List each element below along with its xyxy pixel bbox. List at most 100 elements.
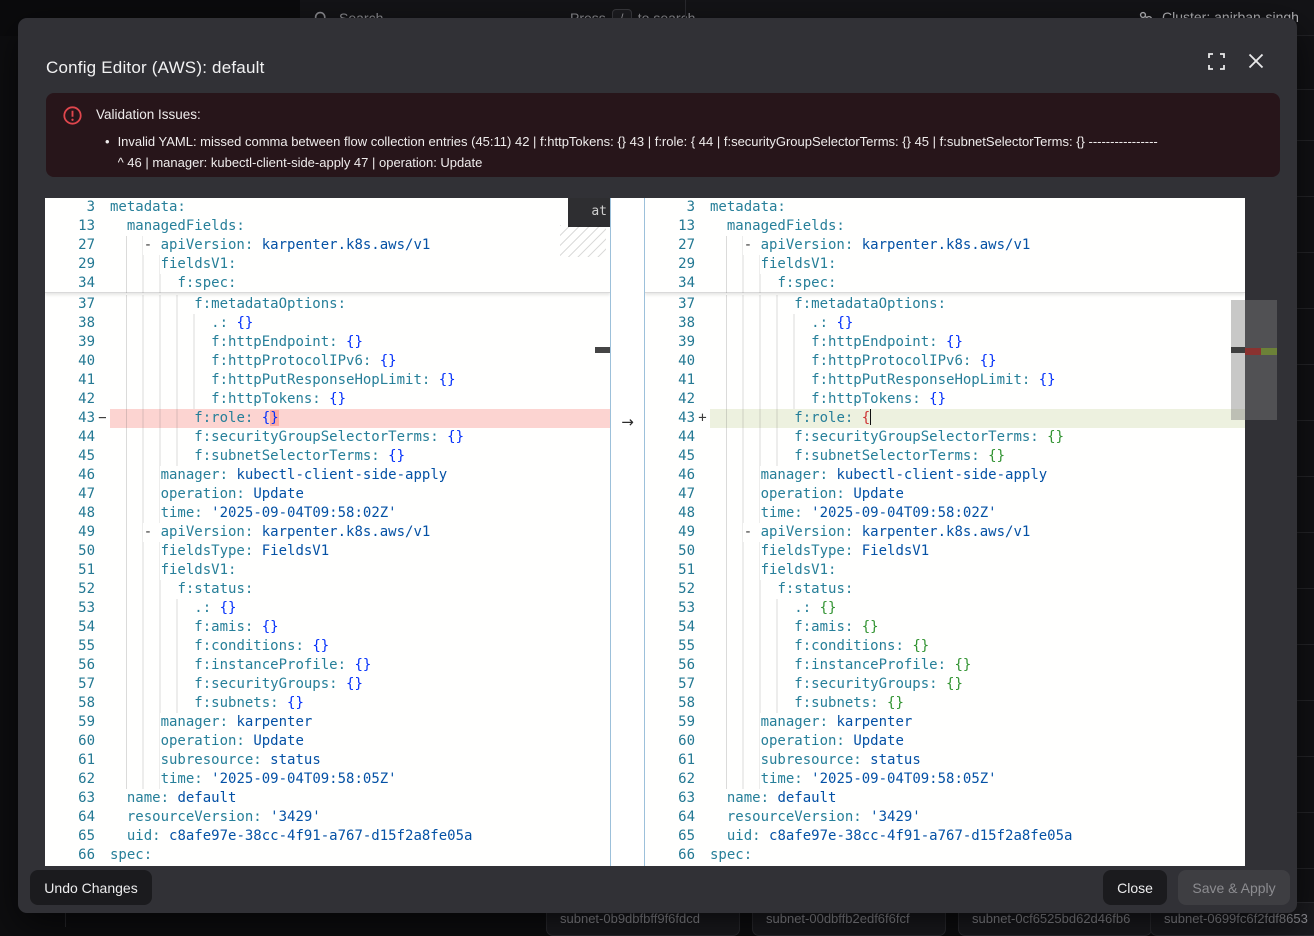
code-line[interactable]: 46 manager: kubectl-client-side-apply bbox=[45, 466, 610, 485]
code-line[interactable]: 55 f:conditions: {} bbox=[645, 637, 1245, 656]
code-line[interactable]: 60 operation: Update bbox=[645, 732, 1245, 751]
code-line[interactable]: 41 f:httpPutResponseHopLimit: {} bbox=[45, 371, 610, 390]
code-line[interactable]: 66spec: bbox=[645, 846, 1245, 865]
code-line[interactable]: 48 time: '2025-09-04T09:58:02Z' bbox=[45, 504, 610, 523]
code-line[interactable]: 62 time: '2025-09-04T09:58:05Z' bbox=[645, 770, 1245, 789]
code-line[interactable]: 40 f:httpProtocolIPv6: {} bbox=[45, 352, 610, 371]
code-line[interactable]: 38 .: {} bbox=[45, 314, 610, 333]
scrollbar-thumb[interactable] bbox=[1231, 300, 1245, 420]
code-line[interactable]: 49 - apiVersion: karpenter.k8s.aws/v1 bbox=[645, 523, 1245, 542]
code-line[interactable]: 65 uid: c8afe97e-38cc-4f91-a767-d15f2a8f… bbox=[45, 827, 610, 846]
line-number: 37 bbox=[645, 295, 695, 314]
code-line[interactable]: 13 managedFields: bbox=[45, 217, 610, 236]
code-line[interactable]: 45 f:subnetSelectorTerms: {} bbox=[645, 447, 1245, 466]
code-line[interactable]: 37 f:metadataOptions: bbox=[645, 295, 1245, 314]
undo-changes-button[interactable]: Undo Changes bbox=[30, 870, 152, 905]
code-line[interactable]: 44 f:securityGroupSelectorTerms: {} bbox=[645, 428, 1245, 447]
code-line[interactable]: 54 f:amis: {} bbox=[645, 618, 1245, 637]
vertical-scrollbar[interactable] bbox=[1231, 198, 1245, 866]
close-button[interactable] bbox=[1239, 44, 1273, 78]
code-line[interactable]: 34 f:spec: bbox=[645, 274, 1245, 293]
code-line[interactable]: 29 fieldsV1: bbox=[45, 255, 610, 274]
line-number: 59 bbox=[645, 713, 695, 732]
code-line[interactable]: 48 time: '2025-09-04T09:58:02Z' bbox=[645, 504, 1245, 523]
line-number: 3 bbox=[45, 198, 95, 217]
code-line[interactable]: 53 .: {} bbox=[645, 599, 1245, 618]
code-line[interactable]: 51 fieldsV1: bbox=[45, 561, 610, 580]
code-line[interactable]: 41 f:httpPutResponseHopLimit: {} bbox=[645, 371, 1245, 390]
code-line[interactable]: 47 operation: Update bbox=[45, 485, 610, 504]
code-line[interactable]: 59 manager: karpenter bbox=[45, 713, 610, 732]
code-line[interactable]: 50 fieldsType: FieldsV1 bbox=[45, 542, 610, 561]
code-line[interactable]: 29 fieldsV1: bbox=[645, 255, 1245, 274]
code-line[interactable]: 40 f:httpProtocolIPv6: {} bbox=[645, 352, 1245, 371]
line-number: 39 bbox=[45, 333, 95, 352]
code-line[interactable]: 52 f:status: bbox=[645, 580, 1245, 599]
code-line[interactable]: 45 f:subnetSelectorTerms: {} bbox=[45, 447, 610, 466]
code-line[interactable]: 58 f:subnets: {} bbox=[45, 694, 610, 713]
code-line[interactable]: 58 f:subnets: {} bbox=[645, 694, 1245, 713]
fullscreen-button[interactable] bbox=[1199, 44, 1233, 78]
code-line[interactable]: 50 fieldsType: FieldsV1 bbox=[645, 542, 1245, 561]
code-line[interactable]: 49 - apiVersion: karpenter.k8s.aws/v1 bbox=[45, 523, 610, 542]
code-line[interactable]: 44 f:securityGroupSelectorTerms: {} bbox=[45, 428, 610, 447]
line-number: 63 bbox=[45, 789, 95, 808]
diff-gutter: → bbox=[610, 198, 645, 866]
code-line[interactable]: 57 f:securityGroups: {} bbox=[645, 675, 1245, 694]
code-line[interactable]: 59 manager: karpenter bbox=[645, 713, 1245, 732]
sticky-overflow-text: at bbox=[568, 198, 610, 227]
code-line[interactable]: 46 manager: kubectl-client-side-apply bbox=[645, 466, 1245, 485]
code-line[interactable]: 64 resourceVersion: '3429' bbox=[45, 808, 610, 827]
code-line[interactable]: 57 f:securityGroups: {} bbox=[45, 675, 610, 694]
diff-sign bbox=[95, 789, 110, 808]
diff-sign bbox=[95, 504, 110, 523]
code-line[interactable]: 3metadata: bbox=[45, 198, 610, 217]
code-line[interactable]: 65 uid: c8afe97e-38cc-4f91-a767-d15f2a8f… bbox=[645, 827, 1245, 846]
modified-editor-lines[interactable]: 37 f:metadataOptions:38 .: {}39 f:httpEn… bbox=[645, 295, 1245, 865]
code-line[interactable]: 54 f:amis: {} bbox=[45, 618, 610, 637]
code-line[interactable]: 63 name: default bbox=[45, 789, 610, 808]
code-line[interactable]: 63 name: default bbox=[645, 789, 1245, 808]
diff-overview-ruler[interactable] bbox=[1245, 198, 1277, 866]
diff-sign bbox=[95, 333, 110, 352]
overview-viewport-slider[interactable] bbox=[1245, 300, 1277, 420]
code-line[interactable]: 38 .: {} bbox=[645, 314, 1245, 333]
code-line[interactable]: 3metadata: bbox=[645, 198, 1245, 217]
save-apply-button[interactable]: Save & Apply bbox=[1178, 870, 1290, 905]
diff-sign bbox=[95, 846, 110, 865]
code-line[interactable]: 47 operation: Update bbox=[645, 485, 1245, 504]
code-line[interactable]: 37 f:metadataOptions: bbox=[45, 295, 610, 314]
code-line[interactable]: 64 resourceVersion: '3429' bbox=[645, 808, 1245, 827]
code-line[interactable]: 39 f:httpEndpoint: {} bbox=[45, 333, 610, 352]
code-line[interactable]: 62 time: '2025-09-04T09:58:05Z' bbox=[45, 770, 610, 789]
code-line[interactable]: 34 f:spec: bbox=[45, 274, 610, 293]
line-number: 40 bbox=[45, 352, 95, 371]
diff-sign bbox=[695, 808, 710, 827]
code-line[interactable]: 13 managedFields: bbox=[645, 217, 1245, 236]
line-number: 62 bbox=[645, 770, 695, 789]
code-line[interactable]: 39 f:httpEndpoint: {} bbox=[645, 333, 1245, 352]
code-line[interactable]: 42 f:httpTokens: {} bbox=[645, 390, 1245, 409]
code-line[interactable]: 52 f:status: bbox=[45, 580, 610, 599]
code-line[interactable]: 60 operation: Update bbox=[45, 732, 610, 751]
modified-editor[interactable]: 3metadata:13 managedFields:27 - apiVersi… bbox=[645, 198, 1245, 866]
line-number: 54 bbox=[645, 618, 695, 637]
code-line[interactable]: 61 subresource: status bbox=[45, 751, 610, 770]
code-line[interactable]: 55 f:conditions: {} bbox=[45, 637, 610, 656]
line-number: 41 bbox=[45, 371, 95, 390]
original-editor[interactable]: 3metadata:13 managedFields:27 - apiVersi… bbox=[45, 198, 610, 866]
code-line[interactable]: 51 fieldsV1: bbox=[645, 561, 1245, 580]
code-line[interactable]: 43− f:role: {} bbox=[45, 409, 610, 428]
code-line[interactable]: 27 - apiVersion: karpenter.k8s.aws/v1 bbox=[45, 236, 610, 255]
code-line[interactable]: 56 f:instanceProfile: {} bbox=[45, 656, 610, 675]
close-footer-button[interactable]: Close bbox=[1103, 870, 1167, 905]
code-line[interactable]: 43+ f:role: { bbox=[645, 409, 1245, 428]
code-line[interactable]: 53 .: {} bbox=[45, 599, 610, 618]
code-line[interactable]: 66spec: bbox=[45, 846, 610, 865]
code-line[interactable]: 61 subresource: status bbox=[645, 751, 1245, 770]
revert-arrow-icon[interactable]: → bbox=[611, 413, 644, 432]
code-line[interactable]: 56 f:instanceProfile: {} bbox=[645, 656, 1245, 675]
code-line[interactable]: 42 f:httpTokens: {} bbox=[45, 390, 610, 409]
original-editor-lines[interactable]: 37 f:metadataOptions:38 .: {}39 f:httpEn… bbox=[45, 295, 610, 865]
code-line[interactable]: 27 - apiVersion: karpenter.k8s.aws/v1 bbox=[645, 236, 1245, 255]
